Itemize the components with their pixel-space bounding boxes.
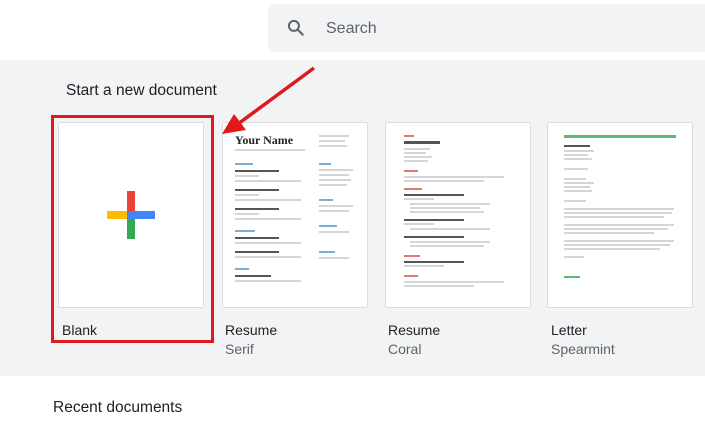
recent-documents-title: Recent documents bbox=[53, 399, 183, 416]
annotation-arrow-icon bbox=[222, 66, 316, 134]
